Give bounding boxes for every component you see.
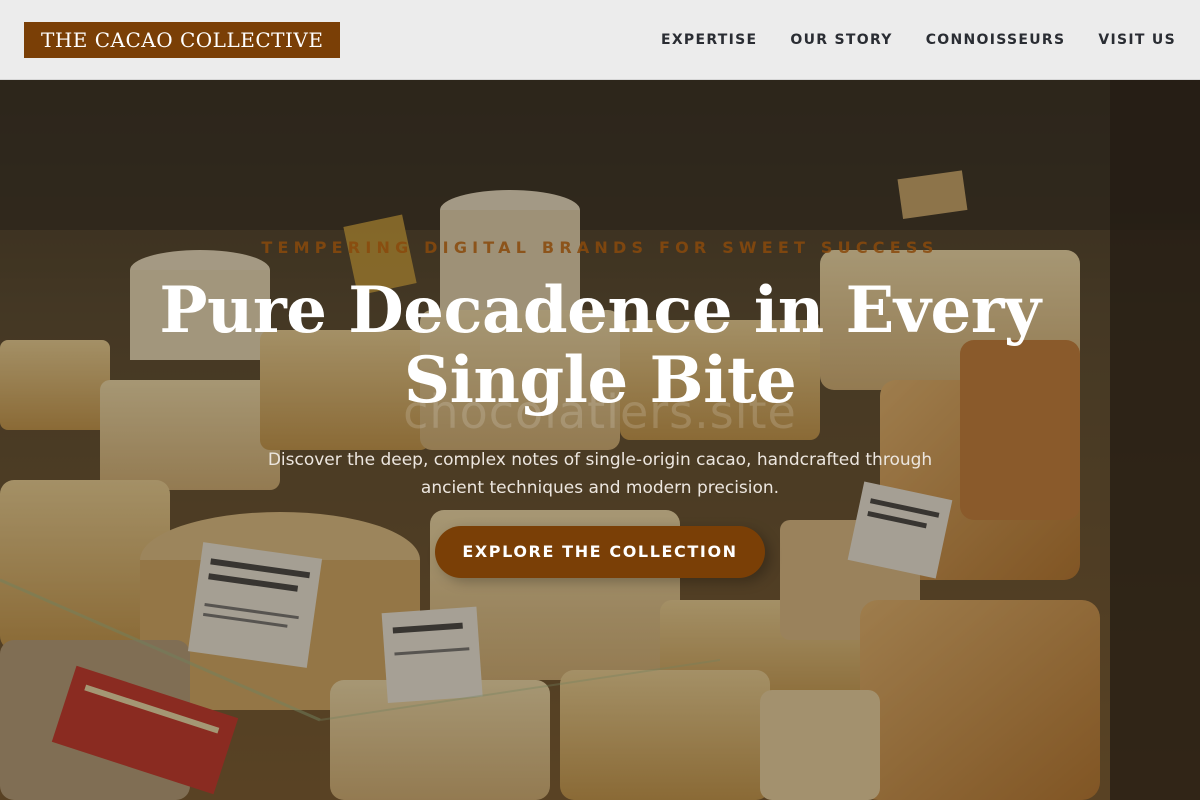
watermark: chocolatiers.site — [403, 385, 797, 439]
main-nav: EXPERTISE OUR STORY CONNOISSEURS VISIT U… — [661, 32, 1176, 48]
hero-content: TEMPERING DIGITAL BRANDS FOR SWEET SUCCE… — [0, 80, 1200, 800]
site-header: THE CACAO COLLECTIVE EXPERTISE OUR STORY… — [0, 0, 1200, 80]
hero-section: TEMPERING DIGITAL BRANDS FOR SWEET SUCCE… — [0, 80, 1200, 800]
hero-eyebrow: TEMPERING DIGITAL BRANDS FOR SWEET SUCCE… — [261, 238, 939, 257]
brand-logo[interactable]: THE CACAO COLLECTIVE — [24, 21, 341, 58]
nav-our-story[interactable]: OUR STORY — [790, 32, 892, 48]
explore-collection-button[interactable]: EXPLORE THE COLLECTION — [435, 526, 765, 578]
nav-connoisseurs[interactable]: CONNOISSEURS — [926, 32, 1066, 48]
nav-expertise[interactable]: EXPERTISE — [661, 32, 757, 48]
nav-visit-us[interactable]: VISIT US — [1098, 32, 1176, 48]
hero-subtitle: Discover the deep, complex notes of sing… — [267, 450, 933, 498]
hero-title-line-1: Pure Decadence in Every — [159, 273, 1041, 348]
